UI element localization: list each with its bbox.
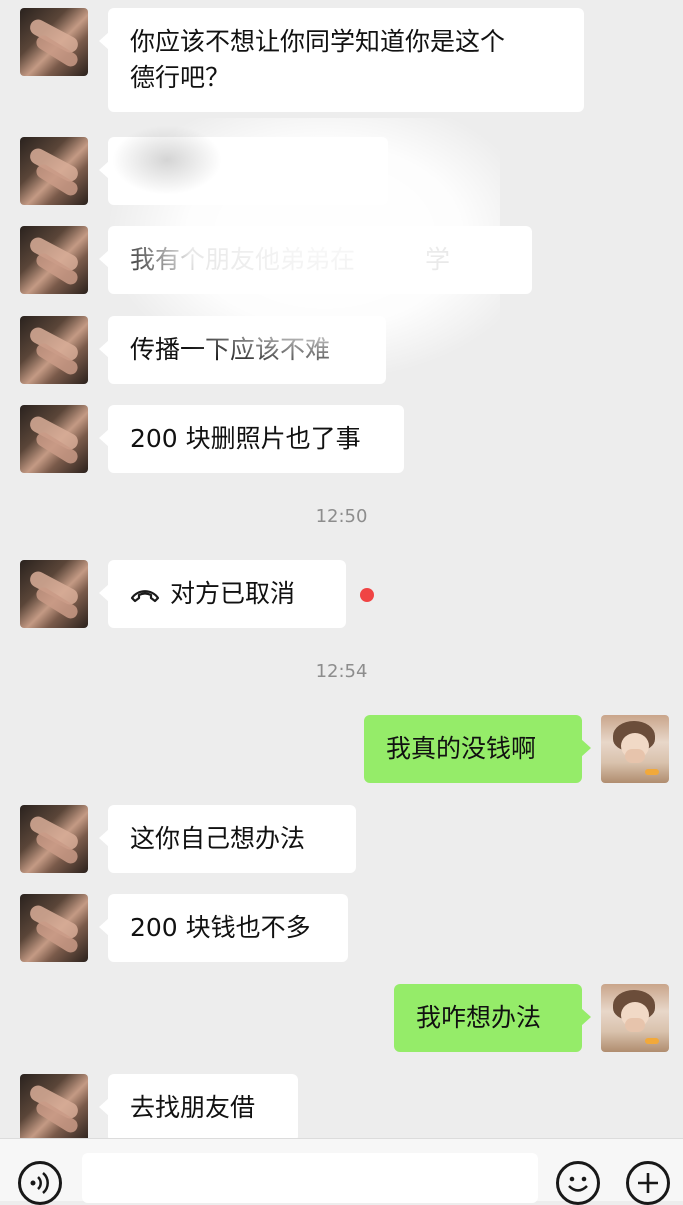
message-input[interactable] — [82, 1153, 538, 1203]
call-status-text: 对方已取消 — [170, 579, 296, 608]
contact-avatar[interactable] — [20, 1074, 88, 1138]
unread-dot — [360, 588, 374, 602]
message-bubble[interactable]: 传播一下应该不难 — [99, 316, 386, 384]
chat-area[interactable]: 你应该不想让你同学知道你是这个 德行吧？ 我有个朋友他弟弟在 学 传播一下应该不难… — [0, 0, 683, 1138]
voice-icon[interactable] — [18, 1161, 62, 1205]
contact-avatar[interactable] — [20, 894, 88, 962]
censor-smudge-gray — [112, 125, 222, 195]
contact-avatar[interactable] — [20, 560, 88, 628]
plus-icon[interactable] — [626, 1161, 670, 1205]
message-bubble[interactable]: 200 块钱也不多 — [99, 894, 348, 962]
message-bubble[interactable]: 这你自己想办法 — [99, 805, 356, 873]
contact-avatar[interactable] — [20, 805, 88, 873]
timestamp: 12:54 — [315, 661, 368, 682]
phone-hangup-icon — [130, 590, 160, 603]
contact-avatar[interactable] — [20, 316, 88, 384]
message-bubble[interactable]: 我有个朋友他弟弟在 学 — [99, 226, 532, 294]
contact-avatar[interactable] — [20, 8, 88, 76]
my-avatar[interactable] — [601, 715, 669, 783]
call-bubble[interactable]: 对方已取消 — [99, 560, 346, 628]
my-avatar[interactable] — [601, 984, 669, 1052]
contact-avatar[interactable] — [20, 137, 88, 205]
input-bar — [0, 1138, 683, 1205]
message-bubble[interactable]: 你应该不想让你同学知道你是这个 德行吧？ — [99, 8, 584, 112]
my-message-bubble[interactable]: 我咋想办法 — [394, 984, 591, 1052]
message-text-tail: 学 — [425, 245, 451, 274]
message-text: 我有个朋友他弟弟在 — [130, 245, 356, 274]
contact-avatar[interactable] — [20, 226, 88, 294]
message-bubble[interactable]: 去找朋友借 — [99, 1074, 298, 1138]
my-message-bubble[interactable]: 我真的没钱啊 — [364, 715, 591, 783]
emoji-icon[interactable] — [556, 1161, 600, 1205]
timestamp: 12:50 — [315, 506, 368, 527]
contact-avatar[interactable] — [20, 405, 88, 473]
message-bubble[interactable]: 200 块删照片也了事 — [99, 405, 404, 473]
